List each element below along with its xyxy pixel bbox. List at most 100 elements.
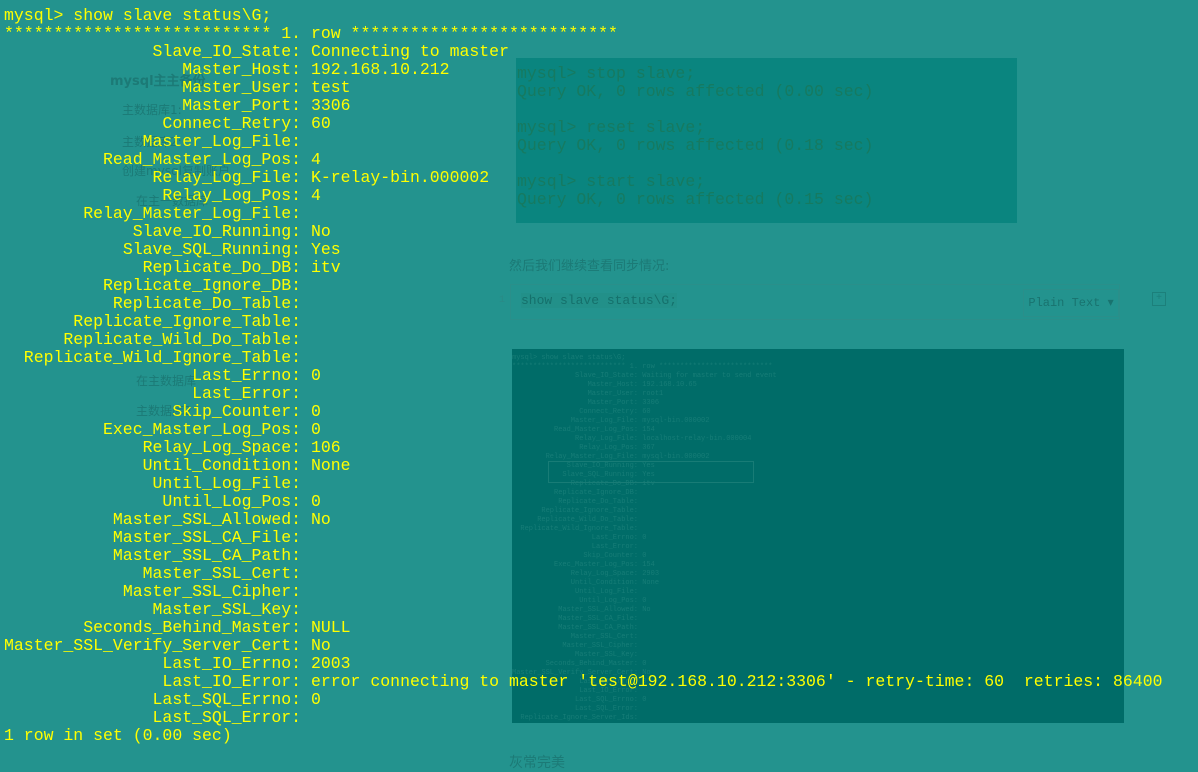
status-row: Master_SSL_CA_File: — [4, 529, 1163, 547]
status-row: Exec_Master_Log_Pos: 0 — [4, 421, 1163, 439]
field-label: Replicate_Do_Table: — [112, 294, 302, 313]
field-label: Master_SSL_Cert: — [142, 564, 302, 583]
field-value: 60 — [310, 114, 331, 133]
field-label: Replicate_Wild_Do_Table: — [63, 330, 302, 349]
status-row: Master_SSL_Key: — [4, 601, 1163, 619]
status-row: Relay_Log_File: K-relay-bin.000002 — [4, 169, 1163, 187]
field-label: Seconds_Behind_Master: — [83, 618, 302, 637]
field-label: Replicate_Wild_Ignore_Table: — [23, 348, 302, 367]
status-row: Replicate_Do_Table: — [4, 295, 1163, 313]
field-label: Exec_Master_Log_Pos: — [103, 420, 302, 439]
status-row: Last_Errno: 0 — [4, 367, 1163, 385]
field-label: Replicate_Ignore_DB: — [103, 276, 302, 295]
status-row: Last_SQL_Error: — [4, 709, 1163, 727]
field-value: No — [310, 510, 331, 529]
status-row: Last_IO_Errno: 2003 — [4, 655, 1163, 673]
field-label: Master_Log_File: — [142, 132, 302, 151]
status-row: Slave_IO_State: Connecting to master — [4, 43, 1163, 61]
field-value: 4 — [310, 186, 321, 205]
status-row: Read_Master_Log_Pos: 4 — [4, 151, 1163, 169]
status-row: Relay_Log_Pos: 4 — [4, 187, 1163, 205]
field-label: Relay_Master_Log_File: — [83, 204, 302, 223]
field-label: Last_Errno: — [192, 366, 302, 385]
result-footer: 1 row in set (0.00 sec) — [4, 726, 232, 745]
field-label: Last_SQL_Errno: — [152, 690, 302, 709]
field-label: Slave_IO_Running: — [132, 222, 302, 241]
field-label: Skip_Counter: — [172, 402, 302, 421]
prompt-line: mysql> show slave status\G; — [4, 6, 272, 25]
status-row: Master_Port: 3306 — [4, 97, 1163, 115]
status-row: Master_SSL_Verify_Server_Cert: No — [4, 637, 1163, 655]
status-row: Master_SSL_Cert: — [4, 565, 1163, 583]
field-label: Master_Host: — [182, 60, 302, 79]
status-row: Replicate_Do_DB: itv — [4, 259, 1163, 277]
row-header: *************************** 1. row *****… — [4, 24, 618, 43]
field-label: Last_Error: — [192, 384, 302, 403]
field-label: Master_SSL_Key: — [152, 600, 302, 619]
status-row: Replicate_Ignore_DB: — [4, 277, 1163, 295]
field-label: Relay_Log_File: — [152, 168, 302, 187]
field-value: 0 — [310, 402, 321, 421]
status-row: Until_Log_Pos: 0 — [4, 493, 1163, 511]
field-value: 0 — [310, 492, 321, 511]
status-row: Replicate_Wild_Do_Table: — [4, 331, 1163, 349]
field-label: Last_IO_Errno: — [162, 654, 302, 673]
status-row: Last_IO_Error: error connecting to maste… — [4, 672, 1163, 691]
status-row: Replicate_Wild_Ignore_Table: — [4, 349, 1163, 367]
field-value: NULL — [310, 618, 351, 637]
field-value: error connecting to master 'test@192.168… — [310, 672, 1163, 691]
field-value: None — [310, 456, 351, 475]
field-label: Until_Log_File: — [152, 474, 302, 493]
status-row: Master_Host: 192.168.10.212 — [4, 61, 1163, 79]
status-row: Seconds_Behind_Master: NULL — [4, 619, 1163, 637]
status-row: Master_SSL_CA_Path: — [4, 547, 1163, 565]
status-row: Last_Error: — [4, 385, 1163, 403]
terminal-output: mysql> show slave status\G; ************… — [4, 7, 1163, 745]
status-row: Relay_Master_Log_File: — [4, 205, 1163, 223]
status-row: Connect_Retry: 60 — [4, 115, 1163, 133]
field-label: Slave_SQL_Running: — [122, 240, 302, 259]
field-value: No — [310, 636, 331, 655]
field-value: 192.168.10.212 — [310, 60, 450, 79]
field-value: 0 — [310, 690, 321, 709]
status-row: Slave_IO_Running: No — [4, 223, 1163, 241]
field-value: 106 — [310, 438, 341, 457]
status-row: Until_Log_File: — [4, 475, 1163, 493]
status-row: Master_User: test — [4, 79, 1163, 97]
status-row: Last_SQL_Errno: 0 — [4, 691, 1163, 709]
field-label: Until_Log_Pos: — [162, 492, 302, 511]
field-value: 0 — [310, 366, 321, 385]
field-label: Last_IO_Error: — [162, 672, 302, 691]
status-row: Replicate_Ignore_Table: — [4, 313, 1163, 331]
status-row: Slave_SQL_Running: Yes — [4, 241, 1163, 259]
field-label: Master_SSL_Verify_Server_Cert: — [4, 636, 302, 655]
field-label: Connect_Retry: — [162, 114, 302, 133]
field-value: 3306 — [310, 96, 351, 115]
field-label: Replicate_Do_DB: — [142, 258, 302, 277]
field-value: 4 — [310, 150, 321, 169]
field-label: Master_SSL_CA_Path: — [112, 546, 302, 565]
field-label: Master_SSL_CA_File: — [112, 528, 302, 547]
status-row: Master_SSL_Cipher: — [4, 583, 1163, 601]
bg-footer-text: 灰常完美 — [509, 755, 565, 771]
field-value: 0 — [310, 420, 321, 439]
field-label: Last_SQL_Error: — [152, 708, 302, 727]
field-label: Relay_Log_Pos: — [162, 186, 302, 205]
field-value: itv — [310, 258, 341, 277]
field-value: Connecting to master — [310, 42, 509, 61]
status-row: Until_Condition: None — [4, 457, 1163, 475]
field-label: Relay_Log_Space: — [142, 438, 302, 457]
field-value: Yes — [310, 240, 341, 259]
status-row: Master_Log_File: — [4, 133, 1163, 151]
status-row: Skip_Counter: 0 — [4, 403, 1163, 421]
field-label: Read_Master_Log_Pos: — [103, 150, 302, 169]
field-label: Replicate_Ignore_Table: — [73, 312, 302, 331]
field-label: Until_Condition: — [142, 456, 302, 475]
field-label: Master_SSL_Allowed: — [112, 510, 302, 529]
field-label: Master_Port: — [182, 96, 302, 115]
field-value: No — [310, 222, 331, 241]
field-label: Master_SSL_Cipher: — [122, 582, 302, 601]
status-row: Master_SSL_Allowed: No — [4, 511, 1163, 529]
status-row: Relay_Log_Space: 106 — [4, 439, 1163, 457]
field-label: Master_User: — [182, 78, 302, 97]
